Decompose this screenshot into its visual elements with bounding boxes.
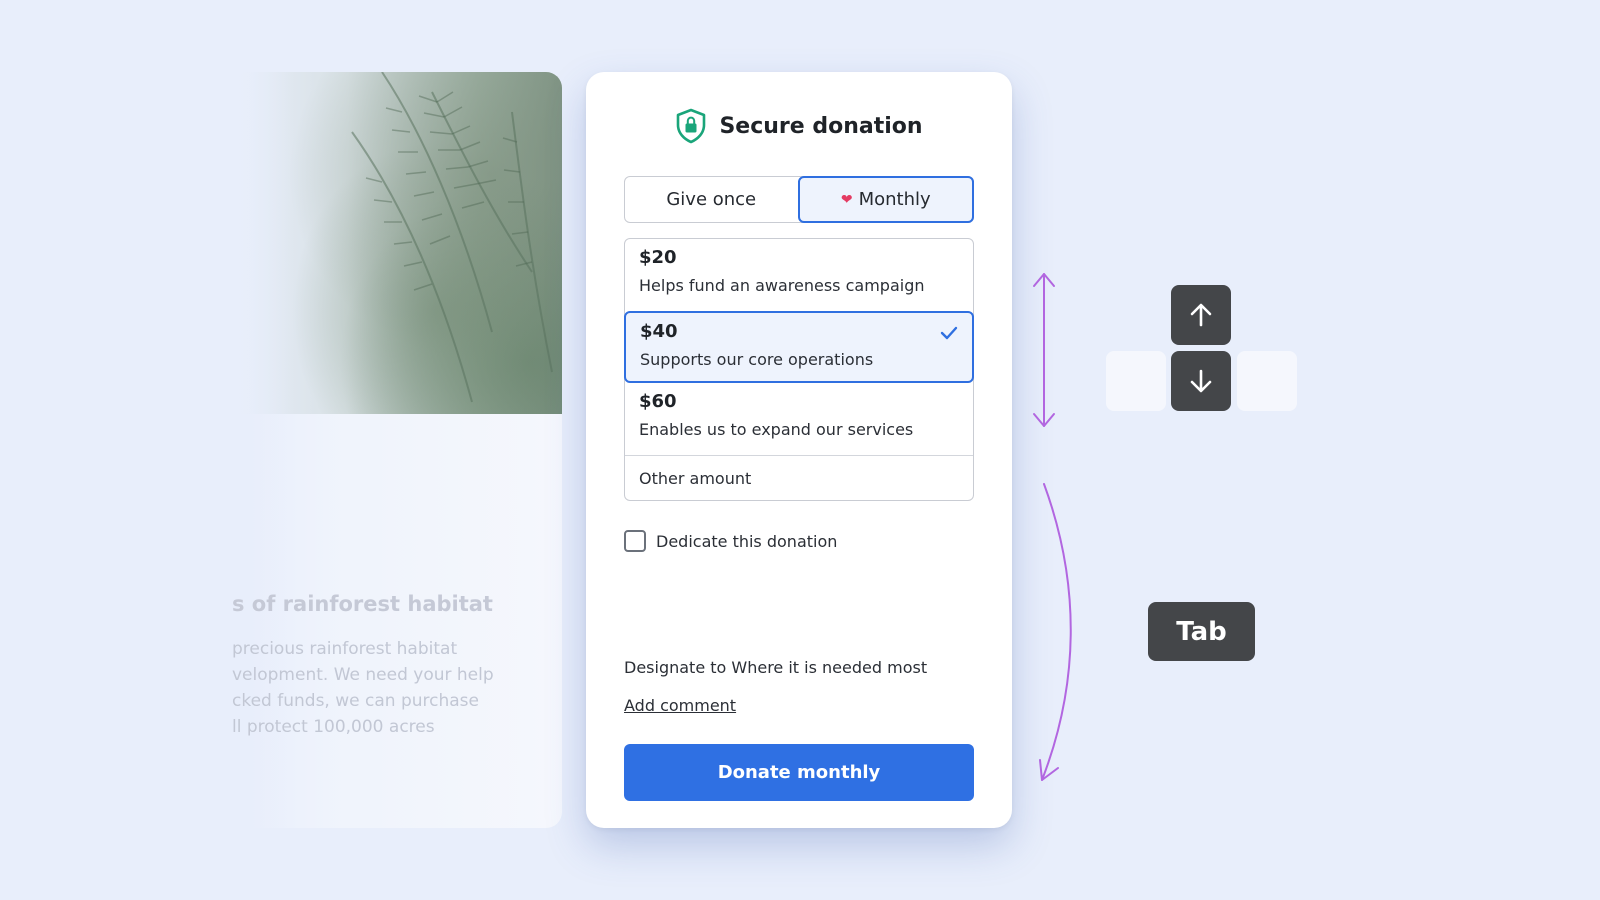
background-body-line: ll protect 100,000 acres: [232, 717, 435, 737]
arrow-down-key: [1171, 351, 1231, 411]
background-heading: s of rainforest habitat: [232, 592, 493, 616]
tab-key: Tab: [1148, 602, 1255, 661]
amount-description: Enables us to expand our services: [639, 420, 914, 439]
background-body-text: precious rainforest habitat velopment. W…: [232, 636, 532, 740]
background-body-line: cked funds, we can purchase: [232, 691, 479, 711]
other-amount-label: Other amount: [639, 469, 752, 488]
background-page-card: s of rainforest habitat precious rainfor…: [232, 72, 562, 828]
donate-button-label: Donate monthly: [717, 762, 881, 783]
background-body-line: velopment. We need your help: [232, 665, 494, 685]
amount-option-40[interactable]: $40 Supports our core operations: [624, 311, 974, 383]
add-comment-link[interactable]: Add comment: [624, 696, 736, 715]
frequency-toggle: Give once ❤ Monthly: [624, 176, 974, 223]
amount-value: $60: [639, 391, 677, 412]
modal-title: Secure donation: [719, 113, 923, 139]
donation-modal: Secure donation Give once ❤ Monthly $20 …: [586, 72, 1012, 828]
navigation-arrows: [1033, 273, 1072, 781]
arrow-down-icon: [1190, 369, 1212, 393]
arrow-right-key: [1237, 351, 1297, 411]
amount-description: Helps fund an awareness campaign: [639, 276, 925, 295]
amount-value: $20: [639, 247, 677, 268]
dedicate-checkbox[interactable]: [624, 530, 646, 552]
double-arrow-icon: [1033, 273, 1055, 427]
amount-value: $40: [640, 321, 678, 342]
arrow-up-key: [1171, 285, 1231, 345]
amount-option-20[interactable]: $20 Helps fund an awareness campaign: [625, 247, 973, 311]
dedicate-option: Dedicate this donation: [624, 530, 837, 552]
heart-icon: ❤: [840, 191, 853, 208]
dedicate-label: Dedicate this donation: [656, 531, 838, 551]
background-body-line: precious rainforest habitat: [232, 639, 458, 659]
monthly-label: Monthly: [858, 189, 931, 210]
give-once-label: Give once: [666, 189, 757, 210]
give-once-button[interactable]: Give once: [625, 177, 798, 222]
tab-key-label: Tab: [1176, 616, 1227, 647]
donate-monthly-button[interactable]: Donate monthly: [624, 744, 974, 801]
curved-arrow-icon: [1039, 483, 1072, 781]
monthly-button[interactable]: ❤ Monthly: [797, 176, 974, 223]
modal-header: Secure donation: [586, 106, 1012, 146]
amount-description: Supports our core operations: [640, 350, 874, 369]
shield-lock-icon: [677, 108, 706, 144]
other-amount-option[interactable]: Other amount: [625, 455, 973, 501]
checkmark-icon: [940, 326, 958, 340]
amount-option-60[interactable]: $60 Enables us to expand our services: [625, 391, 973, 455]
designate-text[interactable]: Designate to Where it is needed most: [624, 658, 927, 677]
arrow-left-key: [1106, 351, 1166, 411]
arrow-up-icon: [1190, 303, 1212, 327]
amount-options: $20 Helps fund an awareness campaign $60…: [624, 238, 974, 501]
